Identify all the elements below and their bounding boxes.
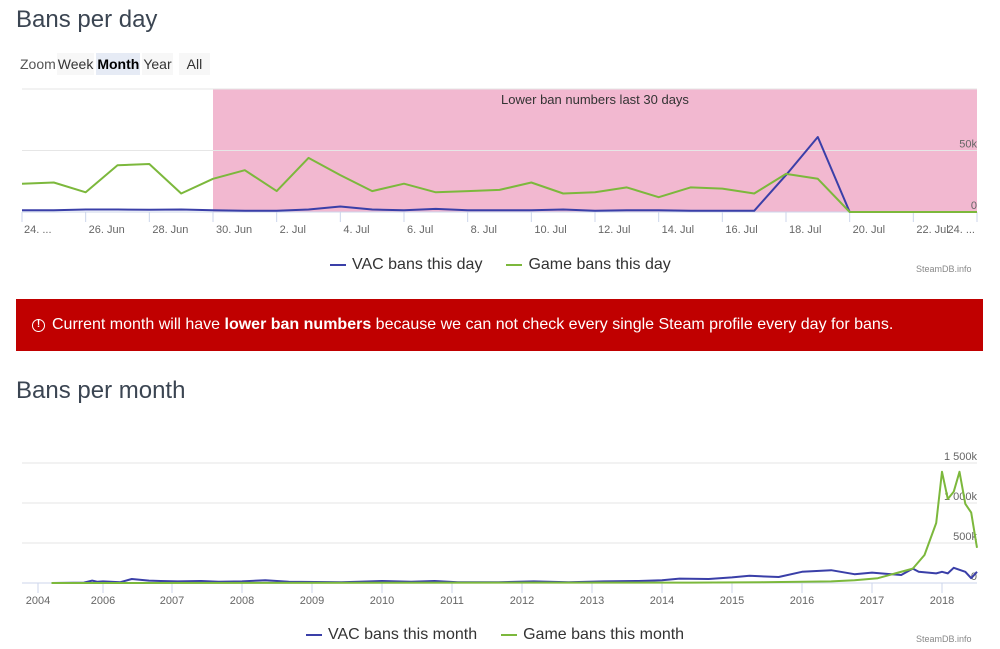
x-tick-label: 24. ... (24, 224, 52, 236)
y-tick-label: 50k (959, 139, 977, 151)
x-tick-label: 22. Jul (916, 224, 948, 236)
x-tick-label: 2006 (91, 595, 115, 607)
zoom-week-button[interactable]: Week (56, 53, 95, 75)
x-tick-label: 2016 (790, 595, 814, 607)
legend-item-vac-month[interactable]: VAC bans this month (306, 626, 477, 644)
x-tick-label: 2004 (26, 595, 50, 607)
zoom-all-button[interactable]: All (178, 53, 211, 75)
x-tick-label: 12. Jul (598, 224, 630, 236)
legend-item-game-month[interactable]: Game bans this month (501, 626, 684, 644)
x-tick-label: 2014 (650, 595, 674, 607)
zoom-selector: Zoom Week Month Year All (20, 52, 212, 76)
alert-text-bold: lower ban numbers (224, 316, 372, 333)
x-tick-label: 2008 (230, 595, 254, 607)
zoom-month-button[interactable]: Month (96, 53, 141, 75)
month-chart-title: Bans per month (16, 377, 186, 404)
zoom-year-button[interactable]: Year (142, 53, 173, 75)
bans-per-month-chart: 0500k1 000k1 500k2004 2006 2007 2008 2009 201… (22, 451, 978, 607)
bans-per-day-chart: Lower ban numbers last 30 days 0 50k 24. ..… (21, 88, 978, 236)
x-tick-label: 18. Jul (789, 224, 821, 236)
x-tick-label: 8. Jul (471, 224, 497, 236)
day-chart-legend: VAC bans this day Game bans this day (330, 256, 671, 274)
legend-label: Game bans this day (528, 256, 671, 273)
game-legend-swatch (506, 264, 523, 266)
x-tick-label: 2018 (930, 595, 954, 607)
legend-label: VAC bans this month (328, 626, 478, 643)
exclamation-circle-icon: ! (32, 318, 45, 332)
x-tick-label: 2017 (860, 595, 884, 607)
plot-band-label: Lower ban numbers last 30 days (501, 92, 689, 107)
x-tick-label: 2015 (720, 595, 744, 607)
legend-label: VAC bans this day (352, 256, 483, 273)
y-tick-label: 1 500k (944, 451, 978, 463)
vac-legend-swatch (330, 264, 346, 266)
vac-legend-swatch (306, 634, 322, 636)
alert-text-end: because we can not check every single St… (371, 316, 894, 333)
x-tick-label: 2013 (580, 595, 604, 607)
chart-credit[interactable]: SteamDB.info (916, 264, 972, 274)
chart-credit[interactable]: SteamDB.info (916, 634, 972, 644)
x-tick-label: 2007 (160, 595, 184, 607)
x-tick-label: 16. Jul (725, 224, 757, 236)
lower-numbers-alert: ! Current month will have lower ban numb… (16, 299, 983, 351)
legend-item-game-day[interactable]: Game bans this day (506, 256, 671, 274)
x-tick-label: 26. Jun (89, 224, 125, 236)
x-tick-label: 2009 (300, 595, 324, 607)
x-tick-label: 14. Jul (662, 224, 694, 236)
game-bans-month-line (51, 470, 978, 584)
game-legend-swatch (501, 634, 518, 636)
legend-label: Game bans this month (523, 626, 685, 643)
x-tick-label: 2011 (440, 595, 464, 607)
x-tick-label: 2010 (370, 595, 394, 607)
day-chart-title: Bans per day (16, 6, 158, 33)
x-tick-label: 20. Jul (853, 224, 885, 236)
alert-text: Current month will have lower ban number… (52, 316, 893, 334)
x-tick-label: 28. Jun (152, 224, 188, 236)
legend-item-vac-day[interactable]: VAC bans this day (330, 256, 482, 274)
x-tick-label: 10. Jul (534, 224, 566, 236)
x-tick-label: 4. Jul (343, 224, 369, 236)
x-tick-label: 2. Jul (280, 224, 306, 236)
x-tick-label: 30. Jun (216, 224, 252, 236)
alert-text-start: Current month will have (52, 316, 225, 333)
month-chart-legend: VAC bans this month Game bans this month (306, 626, 684, 644)
zoom-label: Zoom (20, 56, 56, 72)
x-tick-label: 24. ... (947, 224, 975, 236)
y-tick-label: 0 (971, 200, 977, 212)
x-tick-label: 6. Jul (407, 224, 433, 236)
x-tick-label: 2012 (510, 595, 534, 607)
